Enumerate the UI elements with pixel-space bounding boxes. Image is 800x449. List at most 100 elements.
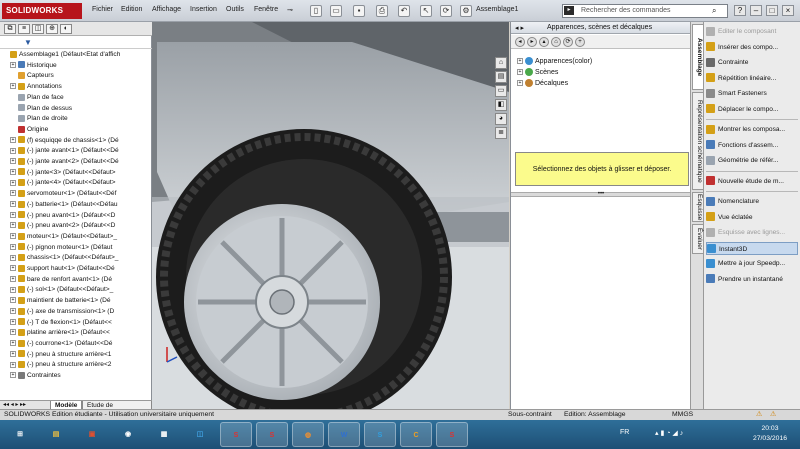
menu-fichier[interactable]: Fichier (92, 6, 113, 13)
property-manager-tab-icon[interactable]: ≡ (18, 24, 30, 34)
tree-item[interactable]: + (-) pneu avant<2> (Défaut<<D (0, 221, 152, 232)
command-button[interactable]: Contrainte (706, 56, 798, 69)
expand-toggle-icon[interactable]: + (10, 372, 16, 379)
custom-properties-icon[interactable]: ≣ (495, 127, 507, 139)
back-forward-icon[interactable]: ◂ ▸ (515, 24, 524, 32)
notification-icon[interactable]: ⚠ (770, 410, 776, 420)
appearances-icon[interactable]: ◕ (495, 113, 507, 125)
expand-toggle-icon[interactable]: + (10, 61, 16, 68)
tree-item[interactable]: + (-) axe de transmission<1> (D (0, 307, 152, 318)
tree-item[interactable]: + (-) batterie<1> (Défaut<<Défau (0, 200, 152, 211)
save-icon[interactable]: ▪ (353, 5, 365, 17)
tree-item[interactable]: + maintient de batterie<1> (Dé (0, 296, 152, 307)
command-button[interactable]: Déplacer le compo... (706, 103, 798, 116)
taskbar-app-8[interactable]: ◍ (292, 422, 324, 447)
assembly-3d-render[interactable] (152, 22, 509, 409)
tree-item[interactable]: + (-) jante<4> (Défaut<<Défaut> (0, 178, 152, 189)
status-units[interactable]: MMGS (672, 410, 693, 420)
options-icon[interactable]: ⚙ (460, 5, 472, 17)
tab-esquisse[interactable]: Esquisse (692, 192, 704, 222)
command-button[interactable]: Fonctions d'assem... (706, 139, 798, 152)
command-button[interactable]: Insérer des compo... (706, 41, 798, 54)
graphics-viewport[interactable] (152, 22, 509, 409)
taskbar-app-4[interactable]: ▦ (148, 422, 180, 447)
taskbar-app-6[interactable]: S (220, 422, 252, 447)
menu-affichage[interactable]: Affichage (152, 6, 181, 13)
taskbar-app-10[interactable]: S (364, 422, 396, 447)
tree-item[interactable]: + (-) sol<1> (Défaut<<Défaut>_ (0, 285, 152, 296)
menu-edition[interactable]: Edition (121, 6, 142, 13)
help-button[interactable]: ? (734, 5, 746, 16)
expand-toggle-icon[interactable]: + (10, 361, 16, 368)
taskbar-app-12[interactable]: S (436, 422, 468, 447)
search-icon[interactable]: ⌕ (712, 6, 716, 16)
taskbar-app-2[interactable]: ▣ (76, 422, 108, 447)
minimize-button[interactable]: – (750, 5, 762, 16)
command-button[interactable]: Répétition linéaire... (706, 72, 798, 85)
expand-toggle-icon[interactable]: + (10, 158, 16, 165)
expand-toggle-icon[interactable]: + (10, 243, 16, 250)
pane-splitter[interactable]: ••• (511, 191, 691, 197)
tree-item[interactable]: + (-) pneu avant<1> (Défaut<<D (0, 211, 152, 222)
tree-item[interactable]: + Historique (0, 61, 152, 72)
home-icon[interactable]: ⌂ (551, 37, 561, 47)
expand-toggle-icon[interactable]: + (10, 254, 16, 261)
select-arrow-icon[interactable]: ↖ (420, 5, 432, 17)
expand-toggle-icon[interactable]: + (10, 168, 16, 175)
expand-toggle-icon[interactable]: + (10, 147, 16, 154)
tree-item[interactable]: Assemblage1 (Défaut<Etat d'affich (0, 50, 152, 61)
tree-item[interactable]: + (-) jante<3> (Défaut<<Défaut> (0, 168, 152, 179)
command-button[interactable]: Montrer les composa... (706, 123, 798, 136)
expand-toggle-icon[interactable]: + (10, 211, 16, 218)
expand-toggle-icon[interactable]: + (10, 265, 16, 272)
expand-toggle-icon[interactable]: + (10, 329, 16, 336)
tab-assemblage[interactable]: Assemblage (692, 24, 704, 90)
tree-item[interactable]: + (-) jante avant<2> (Défaut<<Dé (0, 157, 152, 168)
tree-item[interactable]: Plan de droite (0, 114, 152, 125)
tray-icons[interactable]: ▴ ▮ ◔ ◢ ♪ (655, 429, 683, 437)
tree-item[interactable]: + bare de renfort avant<1> (Dé (0, 275, 152, 286)
up-icon[interactable]: ▴ (539, 37, 549, 47)
tree-item[interactable]: + platine arrière<1> (Défaut<< (0, 328, 152, 339)
add-icon[interactable]: + (575, 37, 585, 47)
tree-item[interactable]: Origine (0, 125, 152, 136)
expand-toggle-icon[interactable]: + (10, 136, 16, 143)
file-explorer-icon[interactable]: ▭ (495, 85, 507, 97)
tab-evaluer[interactable]: Évaluer (692, 224, 704, 254)
expand-toggle-icon[interactable]: + (10, 350, 16, 357)
expand-toggle-icon[interactable]: + (10, 286, 16, 293)
taskbar-clock[interactable]: 20:03 27/03/2016 (748, 424, 792, 444)
forward-icon[interactable]: ▸ (527, 37, 537, 47)
undo-icon[interactable]: ↶ (398, 5, 410, 17)
search-scope-icon[interactable]: ▸ (564, 6, 574, 15)
expand-toggle-icon[interactable]: + (10, 340, 16, 347)
filter-icon[interactable]: ▼ (24, 38, 32, 47)
search-input[interactable]: Rechercher des commandes (562, 4, 728, 18)
feature-manager-tab-icon[interactable]: ⧉ (4, 24, 16, 34)
new-document-icon[interactable]: ▯ (310, 5, 322, 17)
expand-toggle-icon[interactable]: + (10, 201, 16, 208)
rebuild-warning-icon[interactable]: ⚠ (756, 410, 762, 420)
expand-toggle-icon[interactable]: + (10, 318, 16, 325)
menu-insertion[interactable]: Insertion (190, 6, 217, 13)
command-button[interactable]: Instant3D (706, 241, 798, 255)
rebuild-icon[interactable]: ⟳ (440, 5, 452, 17)
taskbar-app-5[interactable]: ◫ (184, 422, 216, 447)
appearance-folder[interactable]: + Décalques (517, 79, 568, 89)
taskbar-app-7[interactable]: S (256, 422, 288, 447)
appearance-folder[interactable]: + Apparences(color) (517, 57, 592, 67)
command-button[interactable]: Géométrie de référ... (706, 154, 798, 167)
print-icon[interactable]: ⎙ (376, 5, 388, 17)
command-button[interactable]: Esquisse avec lignes... (706, 226, 798, 239)
expand-toggle-icon[interactable]: + (517, 58, 523, 65)
tree-item[interactable]: + (-) pneu à structure arrière<2 (0, 360, 152, 371)
command-button[interactable]: Nouvelle étude de m... (706, 175, 798, 188)
view-palette-icon[interactable]: ◧ (495, 99, 507, 111)
expand-toggle-icon[interactable]: + (10, 308, 16, 315)
tree-item[interactable]: Capteurs (0, 71, 152, 82)
home-icon[interactable]: ⌂ (495, 57, 507, 69)
language-indicator[interactable]: FR (620, 429, 629, 436)
expand-toggle-icon[interactable]: + (10, 233, 16, 240)
command-button[interactable]: Smart Fasteners (706, 87, 798, 100)
menu-fenetre[interactable]: Fenêtre (254, 6, 278, 13)
